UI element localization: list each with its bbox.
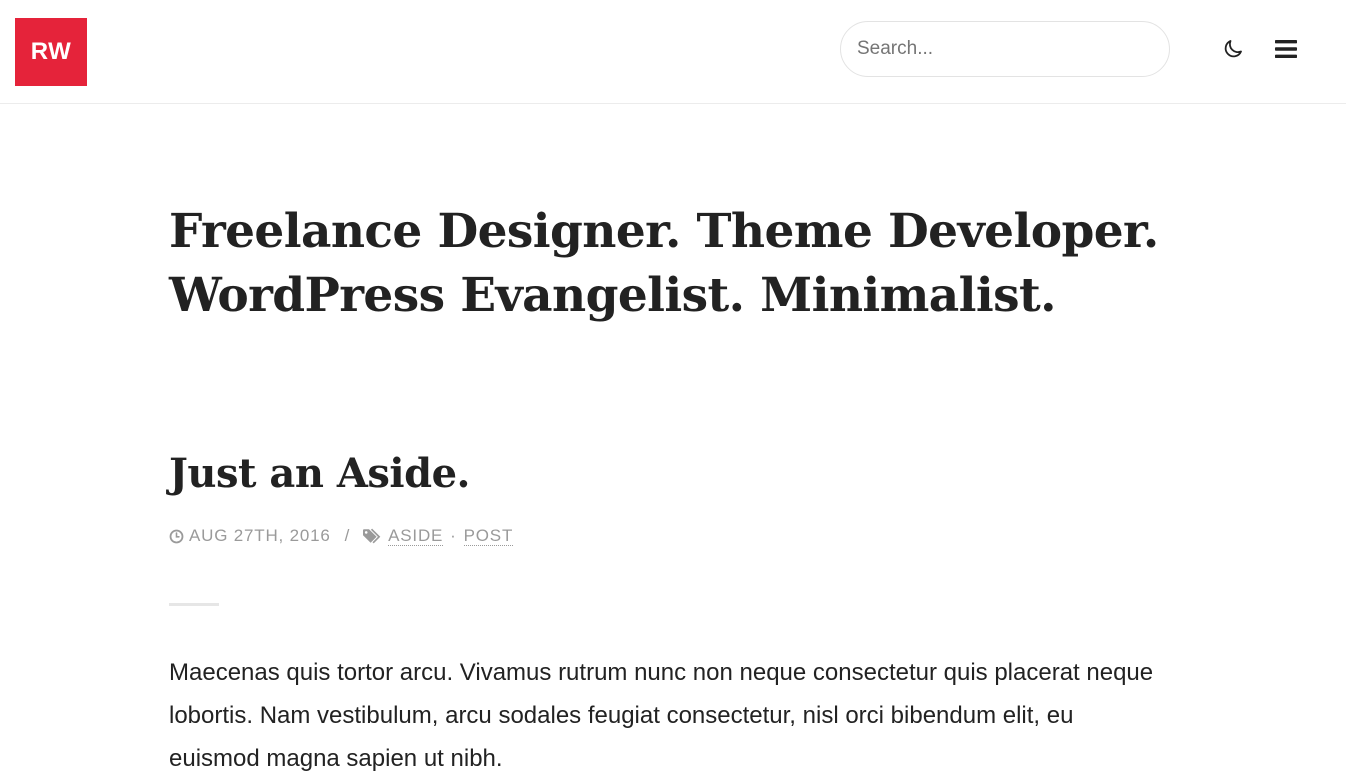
site-logo[interactable]: RW <box>15 18 87 86</box>
moon-icon <box>1224 40 1242 58</box>
search-input[interactable] <box>840 21 1170 77</box>
site-intro-heading: Freelance Designer. Theme Developer. Wor… <box>169 200 1169 328</box>
tag-link-post[interactable]: POST <box>463 526 514 546</box>
content-divider <box>169 603 219 606</box>
intro-line-1: Freelance Designer. Theme Developer. <box>169 204 1159 259</box>
intro-line-2: WordPress Evangelist. Minimalist. <box>169 268 1056 323</box>
menu-button[interactable] <box>1267 30 1305 68</box>
dark-mode-toggle-button[interactable] <box>1214 30 1252 68</box>
clock-icon <box>169 529 184 544</box>
post-title[interactable]: Just an Aside. <box>169 448 470 500</box>
site-header: RW <box>0 0 1346 104</box>
tag-link-aside[interactable]: ASIDE <box>388 526 444 546</box>
tag-separator: · <box>450 526 457 545</box>
post-meta: AUG 27TH, 2016 / ASIDE · POST <box>169 524 514 548</box>
hamburger-menu-icon <box>1275 40 1297 58</box>
tags-icon <box>362 528 383 544</box>
post-date: AUG 27TH, 2016 <box>189 526 331 545</box>
post-body: Maecenas quis tortor arcu. Vivamus rutru… <box>169 659 1154 772</box>
meta-separator: / <box>344 526 351 545</box>
